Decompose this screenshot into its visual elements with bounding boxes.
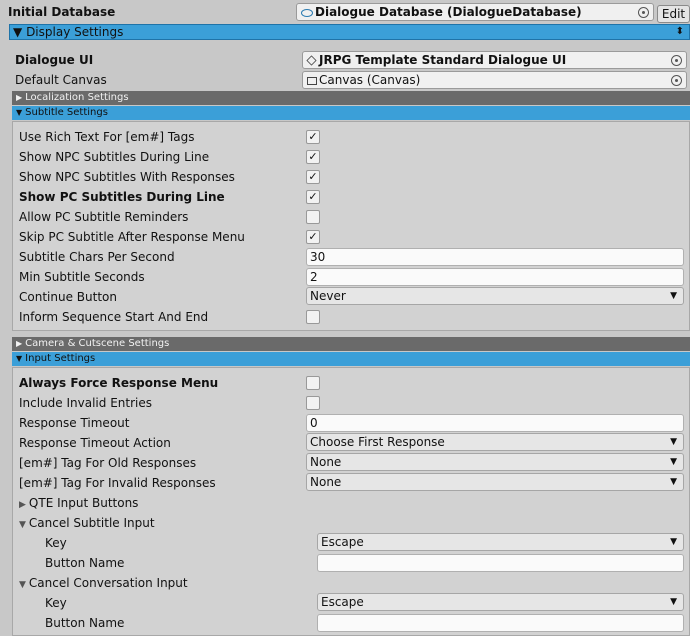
include-invalid-row: Include Invalid Entries [0,393,690,413]
cancel-subtitle-button-input[interactable] [317,554,684,572]
subtitle-row: Skip PC Subtitle After Response Menu ✓ [0,227,690,247]
invalid-responses-row: [em#] Tag For Invalid Responses None ▼ [0,473,690,493]
npc-during-line-checkbox[interactable]: ✓ [306,150,320,164]
timeout-action-row: Response Timeout Action Choose First Res… [0,433,690,453]
pc-reminders-checkbox[interactable] [306,210,320,224]
qte-foldout[interactable]: ▶ QTE Input Buttons [0,493,690,513]
subtitle-row: Allow PC Subtitle Reminders [0,207,690,227]
cancel-conversation-button-row: Button Name [0,613,690,633]
cancel-conversation-foldout[interactable]: ▼ Cancel Conversation Input [0,573,690,593]
cancel-conversation-key-row: Key Escape ▼ [0,593,690,613]
database-icon [301,8,313,17]
cancel-subtitle-key-dropdown[interactable]: Escape ▼ [317,533,684,551]
subtitle-settings-header[interactable]: ▼ Subtitle Settings [12,106,690,120]
inform-sequence-checkbox[interactable] [306,310,320,324]
canvas-icon [307,76,317,85]
subtitle-row: Show PC Subtitles During Line ✓ [0,187,690,207]
rich-text-checkbox[interactable]: ✓ [306,130,320,144]
dialogue-ui-row: Dialogue UI JRPG Template Standard Dialo… [0,50,690,70]
dropdown-arrow-icon: ▼ [670,477,677,487]
default-canvas-label: Default Canvas [15,73,107,87]
expanded-arrow-icon: ▼ [16,108,23,117]
include-invalid-checkbox[interactable] [306,396,320,410]
response-timeout-input[interactable]: 0 [306,414,684,432]
chars-per-second-input[interactable]: 30 [306,248,684,266]
inform-sequence-row: Inform Sequence Start And End [0,307,690,327]
prefab-icon [306,55,317,66]
invalid-responses-dropdown[interactable]: None ▼ [306,473,684,491]
chars-per-second-row: Subtitle Chars Per Second 30 [0,247,690,267]
always-force-checkbox[interactable] [306,376,320,390]
timeout-action-dropdown[interactable]: Choose First Response ▼ [306,433,684,451]
subtitle-row: Show NPC Subtitles During Line ✓ [0,147,690,167]
initial-database-field[interactable]: Dialogue Database (DialogueDatabase) [296,3,654,21]
cancel-subtitle-button-row: Button Name [0,553,690,573]
dialogue-ui-label: Dialogue UI [15,53,94,67]
skip-pc-subtitle-checkbox[interactable]: ✓ [306,230,320,244]
cancel-conversation-button-input[interactable] [317,614,684,632]
fold-arrow-icon: ▼ [13,25,23,39]
initial-database-label: Initial Database [8,5,116,19]
display-settings-header[interactable]: ▼ Display Settings ⬍ [9,24,690,40]
always-force-row: Always Force Response Menu [0,373,690,393]
input-settings-header[interactable]: ▼ Input Settings [12,352,690,366]
object-picker-icon[interactable] [671,75,682,86]
display-settings-label: Display Settings [26,25,124,39]
cancel-subtitle-key-row: Key Escape ▼ [0,533,690,553]
pc-during-line-checkbox[interactable]: ✓ [306,190,320,204]
dropdown-arrow-icon: ▼ [670,597,677,607]
expanded-arrow-icon: ▼ [19,520,26,530]
npc-with-responses-checkbox[interactable]: ✓ [306,170,320,184]
object-picker-icon[interactable] [671,55,682,66]
edit-button[interactable]: Edit [657,5,690,23]
camera-settings-header[interactable]: ▶ Camera & Cutscene Settings [12,337,690,351]
response-timeout-row: Response Timeout 0 [0,413,690,433]
default-canvas-field[interactable]: Canvas (Canvas) [302,71,687,89]
continue-button-row: Continue Button Never ▼ [0,287,690,307]
subtitle-row: Show NPC Subtitles With Responses ✓ [0,167,690,187]
dropdown-arrow-icon: ▼ [670,437,677,447]
min-seconds-row: Min Subtitle Seconds 2 [0,267,690,287]
min-seconds-input[interactable]: 2 [306,268,684,286]
cancel-conversation-key-dropdown[interactable]: Escape ▼ [317,593,684,611]
scroll-arrows-icon: ⬍ [675,26,684,37]
cancel-subtitle-foldout[interactable]: ▼ Cancel Subtitle Input [0,513,690,533]
collapsed-arrow-icon: ▶ [16,93,23,102]
object-picker-icon[interactable] [638,7,649,18]
old-responses-dropdown[interactable]: None ▼ [306,453,684,471]
expanded-arrow-icon: ▼ [16,354,23,363]
subtitle-row: Use Rich Text For [em#] Tags ✓ [0,127,690,147]
dropdown-arrow-icon: ▼ [670,291,677,301]
collapsed-arrow-icon: ▶ [19,500,26,510]
dropdown-arrow-icon: ▼ [670,457,677,467]
continue-button-dropdown[interactable]: Never ▼ [306,287,684,305]
old-responses-row: [em#] Tag For Old Responses None ▼ [0,453,690,473]
localization-settings-header[interactable]: ▶ Localization Settings [12,91,690,105]
expanded-arrow-icon: ▼ [19,580,26,590]
collapsed-arrow-icon: ▶ [16,339,23,348]
initial-database-row: Initial Database Dialogue Database (Dial… [0,2,690,23]
default-canvas-row: Default Canvas Canvas (Canvas) [0,70,690,90]
dialogue-ui-field[interactable]: JRPG Template Standard Dialogue UI [302,51,687,69]
dropdown-arrow-icon: ▼ [670,537,677,547]
